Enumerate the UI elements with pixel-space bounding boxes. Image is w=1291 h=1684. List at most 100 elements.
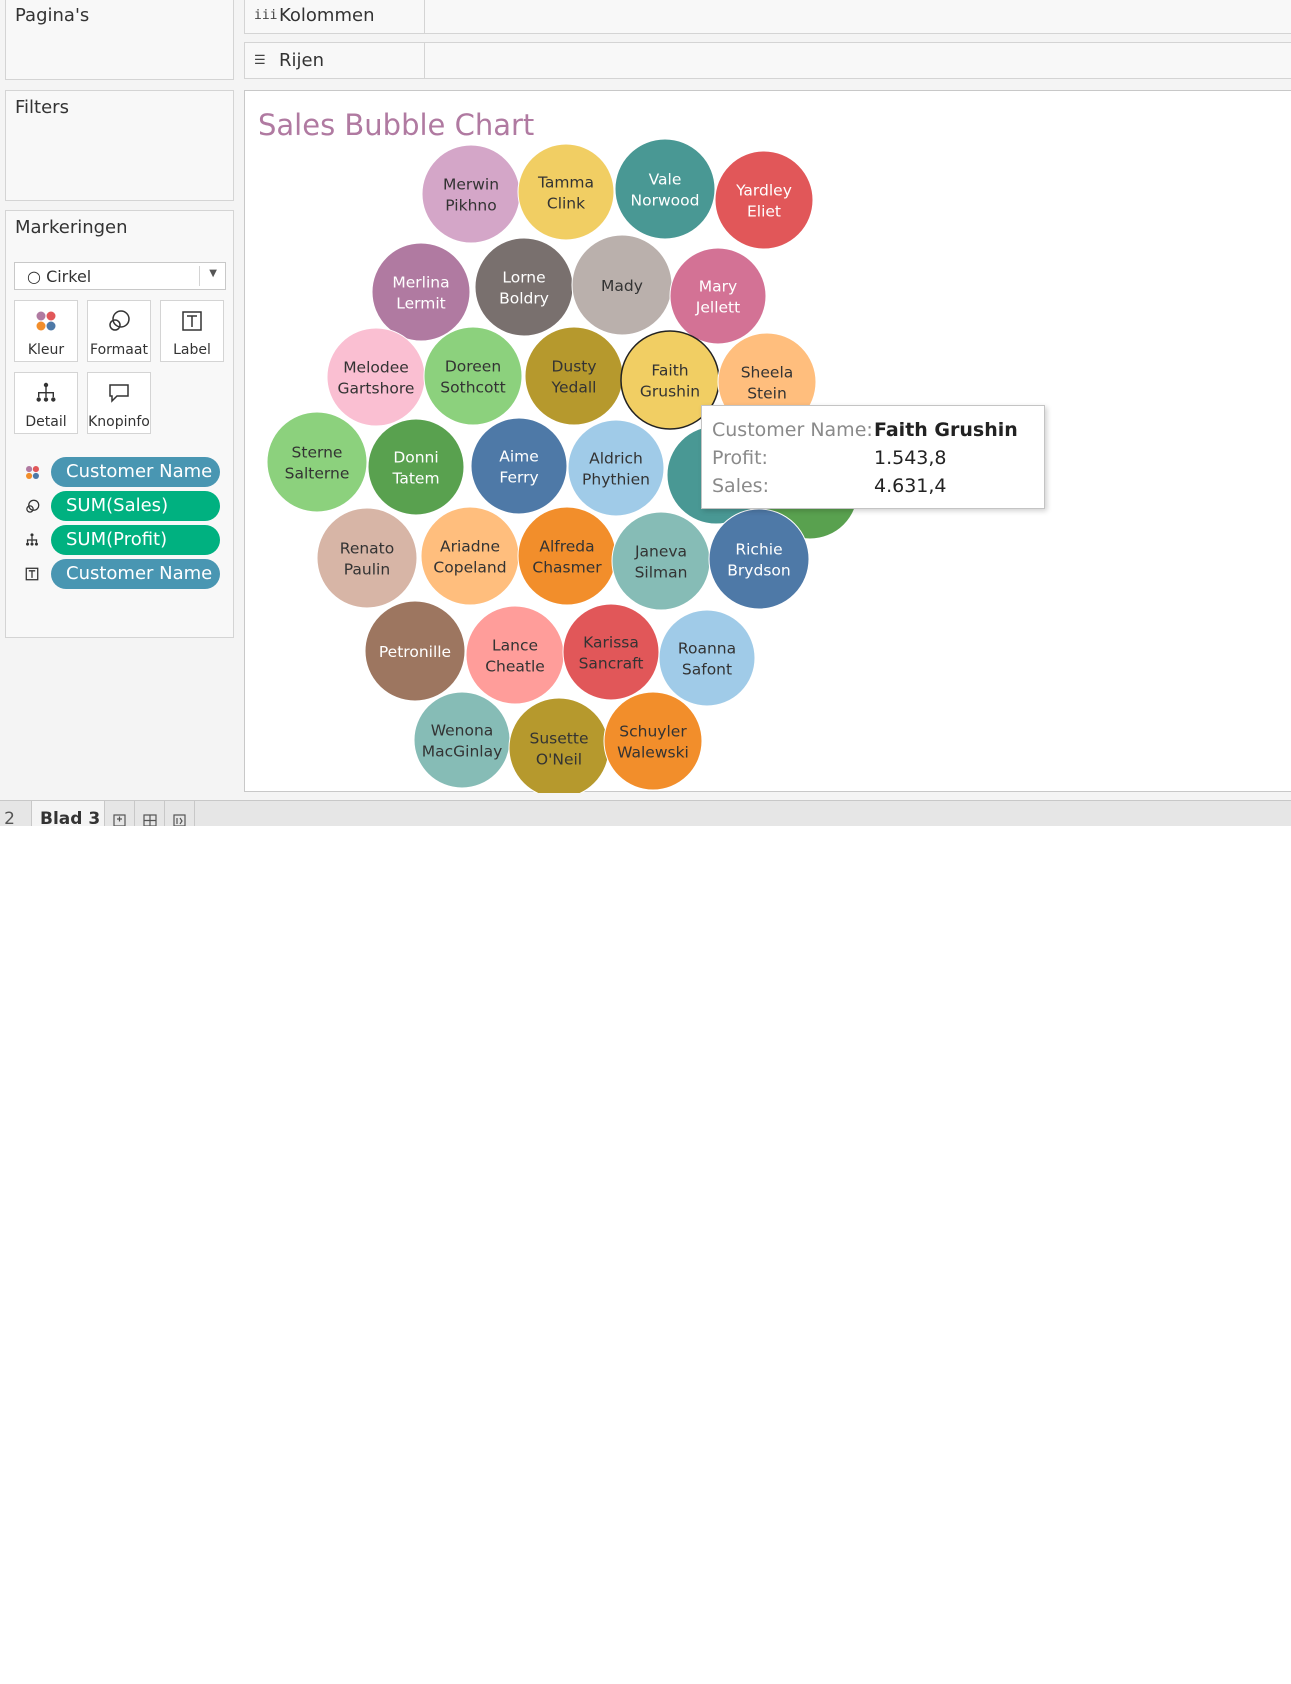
bubble-label: Boldry bbox=[499, 290, 549, 308]
sheet-tab-previous[interactable]: l 2 bbox=[0, 809, 15, 826]
text-label-icon bbox=[161, 309, 223, 333]
bubble-label: Merwin bbox=[443, 176, 499, 194]
size-field-pill[interactable]: SUM(Sales) bbox=[51, 491, 220, 521]
pill-row-label: Customer Name bbox=[24, 559, 220, 589]
columns-shelf-text: Kolommen bbox=[279, 5, 375, 26]
bubble[interactable]: Doreen Sothcott bbox=[423, 326, 523, 426]
bubble-mark[interactable] bbox=[714, 150, 814, 250]
color-field-pill[interactable]: Customer Name bbox=[51, 457, 220, 487]
bubble[interactable]: Janeva Silman bbox=[611, 511, 711, 611]
filters-shelf[interactable]: Filters bbox=[5, 90, 234, 201]
color-icon bbox=[15, 309, 77, 333]
bubble-mark[interactable] bbox=[669, 247, 767, 345]
tooltip-value-sales: 4.631,4 bbox=[874, 475, 947, 497]
color-button-label: Kleur bbox=[27, 342, 65, 358]
tooltip-value-profit: 1.543,8 bbox=[874, 447, 947, 469]
bubble-mark[interactable] bbox=[517, 143, 615, 241]
mark-type-dropdown[interactable]: ○ Cirkel ▼ bbox=[14, 262, 226, 290]
bubble[interactable]: Schuyler Walewski bbox=[603, 691, 703, 791]
bubble[interactable]: Lorne Boldry bbox=[474, 237, 574, 337]
bubble[interactable]: Tamma Clink bbox=[517, 143, 615, 241]
bubble[interactable]: Wenona MacGinlay bbox=[413, 691, 511, 789]
color-button[interactable]: Kleur bbox=[14, 300, 78, 362]
bubble-mark[interactable] bbox=[474, 237, 574, 337]
bubble-label: Safont bbox=[682, 661, 732, 679]
new-worksheet-icon bbox=[113, 814, 126, 826]
bubble-mark[interactable] bbox=[421, 144, 521, 244]
bubble-label: Phythien bbox=[582, 471, 650, 489]
bubble-label: Brydson bbox=[727, 562, 790, 580]
sheet-tab-active-label: Blad 3 bbox=[40, 809, 101, 826]
bubble[interactable]: Mary Jellett bbox=[669, 247, 767, 345]
columns-shelf[interactable]: iii Kolommen bbox=[244, 0, 1291, 34]
bubble[interactable]: Sterne Salterne bbox=[266, 411, 368, 513]
bubble-mark[interactable] bbox=[517, 506, 617, 606]
bubble[interactable]: Merlina Lermit bbox=[371, 242, 471, 342]
pages-shelf[interactable]: Pagina's bbox=[5, 0, 234, 80]
sheet-tab-active[interactable]: Blad 3 bbox=[31, 801, 105, 826]
bubble-mark[interactable] bbox=[316, 507, 418, 609]
bubble-mark[interactable] bbox=[465, 605, 565, 705]
label-field-pill[interactable]: Customer Name bbox=[51, 559, 220, 589]
bubble-mark[interactable] bbox=[611, 511, 711, 611]
detail-field-pill[interactable]: SUM(Profit) bbox=[51, 525, 220, 555]
bubble-mark[interactable] bbox=[524, 326, 624, 426]
bubble-mark[interactable] bbox=[708, 508, 810, 610]
bubble-label: Copeland bbox=[433, 559, 506, 577]
bubble-label: Yedall bbox=[551, 379, 597, 397]
pill-row-detail: SUM(Profit) bbox=[24, 525, 220, 555]
new-story-icon bbox=[173, 814, 186, 826]
bubble-label: Richie bbox=[735, 541, 782, 559]
bubble[interactable]: Ariadne Copeland bbox=[420, 506, 520, 606]
bubble-mark[interactable] bbox=[266, 411, 368, 513]
sheet-tab-bar: l 2 Blad 3 bbox=[0, 800, 1291, 826]
bubble-label: Doreen bbox=[445, 358, 501, 376]
bubble[interactable]: Yardley Eliet bbox=[714, 150, 814, 250]
bubble-label: Grushin bbox=[640, 383, 700, 401]
bubble-mark[interactable] bbox=[603, 691, 703, 791]
new-worksheet-button[interactable] bbox=[105, 801, 135, 826]
chart-view: Sales Bubble Chart Merwin Pikhno Tamma Clin… bbox=[244, 90, 1291, 793]
bubble[interactable]: Petronille bbox=[364, 600, 466, 702]
bubble[interactable]: Susette O'Neil bbox=[508, 697, 610, 793]
new-story-button[interactable] bbox=[165, 801, 195, 826]
bubble-mark[interactable] bbox=[562, 603, 660, 701]
rows-shelf[interactable]: ☰ Rijen bbox=[244, 42, 1291, 79]
bubble[interactable]: Roanna Safont bbox=[658, 609, 756, 707]
bubble[interactable]: Melodee Gartshore bbox=[326, 327, 426, 427]
size-icon bbox=[24, 498, 40, 514]
size-button[interactable]: Formaat bbox=[87, 300, 151, 362]
circle-icon: ○ bbox=[27, 267, 41, 286]
bubble[interactable]: Renato Paulin bbox=[316, 507, 418, 609]
tooltip-button[interactable]: Knopinfo bbox=[87, 372, 151, 434]
bubble-label: Petronille bbox=[379, 643, 451, 661]
bubble[interactable]: Alfreda Chasmer bbox=[517, 506, 617, 606]
bubble[interactable]: Lance Cheatle bbox=[465, 605, 565, 705]
bubble-mark[interactable] bbox=[420, 506, 520, 606]
bubble[interactable]: Merwin Pikhno bbox=[421, 144, 521, 244]
bubble-label: Tamma bbox=[537, 174, 594, 192]
bubble[interactable]: Donni Tatem bbox=[367, 418, 465, 516]
bubble-label: Aldrich bbox=[589, 450, 643, 468]
bubble-mark[interactable] bbox=[367, 418, 465, 516]
bubble-mark[interactable] bbox=[423, 326, 523, 426]
bubble[interactable]: Aime Ferry bbox=[470, 417, 568, 515]
bubble-mark[interactable] bbox=[413, 691, 511, 789]
bubble-mark[interactable] bbox=[326, 327, 426, 427]
bubble[interactable]: Richie Brydson bbox=[708, 508, 810, 610]
bubble-mark[interactable] bbox=[470, 417, 568, 515]
mark-type-label: Cirkel bbox=[46, 267, 92, 286]
bubble[interactable]: Karissa Sancraft bbox=[562, 603, 660, 701]
bubble-mark[interactable] bbox=[614, 138, 716, 240]
bubble-mark[interactable] bbox=[658, 609, 756, 707]
bubble-mark[interactable] bbox=[371, 242, 471, 342]
bubble[interactable]: Dusty Yedall bbox=[524, 326, 624, 426]
detail-button[interactable]: Detail bbox=[14, 372, 78, 434]
bubble-mark[interactable] bbox=[567, 419, 665, 517]
bubble[interactable]: Mady bbox=[571, 234, 673, 336]
label-button[interactable]: Label bbox=[160, 300, 224, 362]
bubble-label: Melodee bbox=[343, 359, 409, 377]
bubble[interactable]: Aldrich Phythien bbox=[567, 419, 665, 517]
bubble[interactable]: Vale Norwood bbox=[614, 138, 716, 240]
new-dashboard-button[interactable] bbox=[135, 801, 165, 826]
